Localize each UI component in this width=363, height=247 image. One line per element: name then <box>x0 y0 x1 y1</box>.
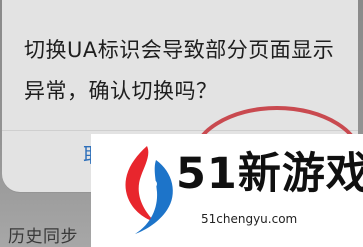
brand-url: 51chengyu.com <box>201 212 298 226</box>
history-sync-label: 历史同步 <box>8 227 78 247</box>
watermark: 51新游戏 51chengyu.com <box>91 134 363 247</box>
dialog-message: 切换UA标识会导致部分页面显示异常，确认切换吗？ <box>24 38 335 103</box>
brand-logo-text: 51新游戏 <box>176 149 363 199</box>
flame-logo-icon <box>125 146 173 234</box>
